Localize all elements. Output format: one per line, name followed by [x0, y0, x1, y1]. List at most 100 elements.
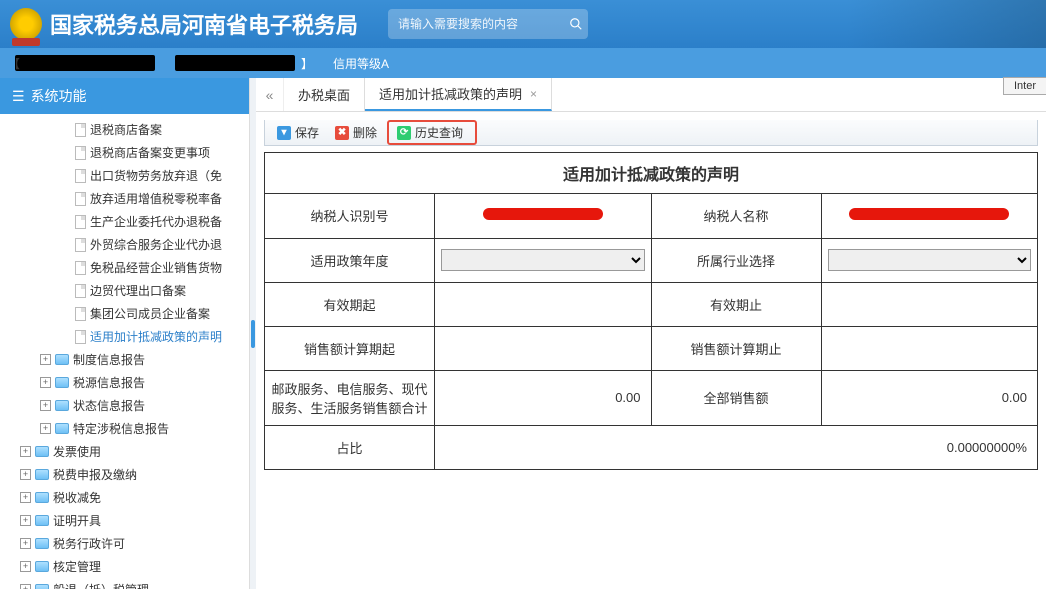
sales-period-from-label: 销售额计算期起 [265, 326, 435, 370]
sidebar-title: 系统功能 [31, 86, 87, 106]
expand-icon[interactable]: + [20, 515, 31, 526]
tree-item[interactable]: + 般退（抵）税管理 [0, 578, 249, 589]
tree-item[interactable]: +税费申报及缴纳 [0, 463, 249, 486]
status-bar: 【 】 信用等级A [0, 48, 1046, 78]
folder-icon [35, 561, 49, 572]
folder-icon [35, 515, 49, 526]
tree-item[interactable]: 出口货物劳务放弃退（免 [0, 164, 249, 187]
tree-item[interactable]: + 税务行政许可 [0, 532, 249, 555]
sidebar-header: ☰ 系统功能 [0, 78, 249, 114]
expand-icon[interactable]: + [40, 400, 51, 411]
tree-item-label: 出口货物劳务放弃退（免 [90, 167, 222, 184]
tree-item[interactable]: 放弃适用增值税零税率备 [0, 187, 249, 210]
tree-item-label: 放弃适用增值税零税率备 [90, 190, 222, 207]
tree-item-label: 制度信息报告 [73, 351, 145, 368]
policy-year-label: 适用政策年度 [265, 238, 435, 282]
valid-from-value[interactable] [435, 282, 652, 326]
service-sales-value: 0.00 [441, 390, 645, 405]
tree-item[interactable]: + 发票使用 [0, 440, 249, 463]
file-icon [75, 123, 86, 137]
sales-period-to-label: 销售额计算期止 [651, 326, 821, 370]
tree-item[interactable]: + 核定管理 [0, 555, 249, 578]
expand-icon[interactable]: + [40, 423, 51, 434]
tree-item-label: 证明开具 [53, 512, 101, 529]
delete-button[interactable]: ✖ 删除 [329, 122, 383, 143]
tree-item[interactable]: + 税源信息报告 [0, 371, 249, 394]
save-button[interactable]: ▾ 保存 [271, 122, 325, 143]
tab[interactable]: 办税桌面 [284, 78, 365, 111]
tabs-row: « 办税桌面 适用加计抵减政策的声明 × [256, 78, 1046, 112]
declaration-form: 适用加计抵减政策的声明 纳税人识别号 纳税人名称 适用政策年度 所属行业选择 有… [264, 152, 1038, 470]
folder-icon [35, 446, 49, 457]
tree-item-label: 集团公司成员企业备案 [90, 305, 210, 322]
app-title: 国家税务总局河南省电子税务局 [50, 8, 358, 40]
tree-item[interactable]: + 税收减免 [0, 486, 249, 509]
total-sales-value: 0.00 [828, 390, 1032, 405]
tree-item-label: 发票使用 [53, 443, 101, 460]
history-query-button[interactable]: ⟳ 历史查询 [391, 122, 469, 143]
tree-item[interactable]: 边贸代理出口备案 [0, 279, 249, 302]
expand-icon[interactable]: + [20, 584, 31, 589]
tree-item[interactable]: 退税商店备案 [0, 118, 249, 141]
content-area: Inter « 办税桌面适用加计抵减政策的声明× ▾ 保存 ✖ 删除 ⟳ 历史查… [256, 78, 1046, 589]
tree-item-label: 边贸代理出口备案 [90, 282, 186, 299]
tab[interactable]: 适用加计抵减政策的声明 × [365, 78, 552, 111]
folder-icon [55, 354, 69, 365]
expand-icon[interactable]: + [20, 561, 31, 572]
tree-item[interactable]: 集团公司成员企业备案 [0, 302, 249, 325]
expand-icon[interactable]: + [20, 538, 31, 549]
tree-item[interactable]: 适用加计抵减政策的声明 [0, 325, 249, 348]
tree-item-label: 般退（抵）税管理 [53, 581, 149, 589]
taxpayer-name-value [821, 194, 1038, 238]
file-icon [75, 307, 86, 321]
search-box [388, 9, 588, 39]
search-button[interactable] [563, 9, 588, 39]
search-input[interactable] [388, 17, 563, 31]
tree-item[interactable]: 免税品经营企业销售货物 [0, 256, 249, 279]
collapse-sidebar-button[interactable]: « [256, 78, 284, 111]
browser-hint: Inter [1003, 77, 1046, 95]
valid-to-label: 有效期止 [651, 282, 821, 326]
sales-period-from-value[interactable] [435, 326, 652, 370]
tree-item[interactable]: +状态信息报告 [0, 394, 249, 417]
expand-icon[interactable]: + [40, 377, 51, 388]
tree-item-label: 税收减免 [53, 489, 101, 506]
tab-label: 办税桌面 [298, 85, 350, 104]
tree-item-label: 特定涉税信息报告 [73, 420, 169, 437]
tree-item[interactable]: + 证明开具 [0, 509, 249, 532]
credit-rating-label: 信用等级A [333, 55, 389, 72]
nav-tree[interactable]: 退税商店备案退税商店备案变更事项出口货物劳务放弃退（免放弃适用增值税零税率备生产… [0, 114, 249, 589]
history-icon: ⟳ [397, 126, 411, 140]
tree-item-label: 税源信息报告 [73, 374, 145, 391]
file-icon [75, 330, 86, 344]
tree-item-label: 退税商店备案 [90, 121, 162, 138]
tree-item-label: 税务行政许可 [53, 535, 125, 552]
form-title: 适用加计抵减政策的声明 [264, 152, 1038, 194]
expand-icon[interactable]: + [20, 492, 31, 503]
tree-item[interactable]: 生产企业委托代办退税备 [0, 210, 249, 233]
sidebar: ☰ 系统功能 退税商店备案退税商店备案变更事项出口货物劳务放弃退（免放弃适用增值… [0, 78, 250, 589]
ratio-label: 占比 [265, 425, 435, 469]
tree-item-label: 核定管理 [53, 558, 101, 575]
tree-item[interactable]: 退税商店备案变更事项 [0, 141, 249, 164]
delete-label: 删除 [353, 124, 377, 141]
tree-item[interactable]: + 特定涉税信息报告 [0, 417, 249, 440]
tab-close-icon[interactable]: × [530, 87, 537, 101]
menu-icon: ☰ [12, 88, 25, 105]
policy-year-select[interactable] [441, 249, 645, 271]
tab-label: 适用加计抵减政策的声明 [379, 84, 522, 103]
file-icon [75, 146, 86, 160]
folder-icon [35, 584, 49, 589]
expand-icon[interactable]: + [40, 354, 51, 365]
form-toolbar: ▾ 保存 ✖ 删除 ⟳ 历史查询 [264, 120, 1038, 146]
redacted-org-info [175, 55, 295, 71]
industry-select[interactable] [828, 249, 1032, 271]
expand-icon[interactable]: + [20, 469, 31, 480]
expand-icon[interactable]: + [20, 446, 31, 457]
sales-period-to-value[interactable] [821, 326, 1038, 370]
tree-item[interactable]: 外贸综合服务企业代办退 [0, 233, 249, 256]
valid-to-value[interactable] [821, 282, 1038, 326]
tree-item[interactable]: + 制度信息报告 [0, 348, 249, 371]
splitter-grip-icon [251, 320, 255, 348]
file-icon [75, 284, 86, 298]
